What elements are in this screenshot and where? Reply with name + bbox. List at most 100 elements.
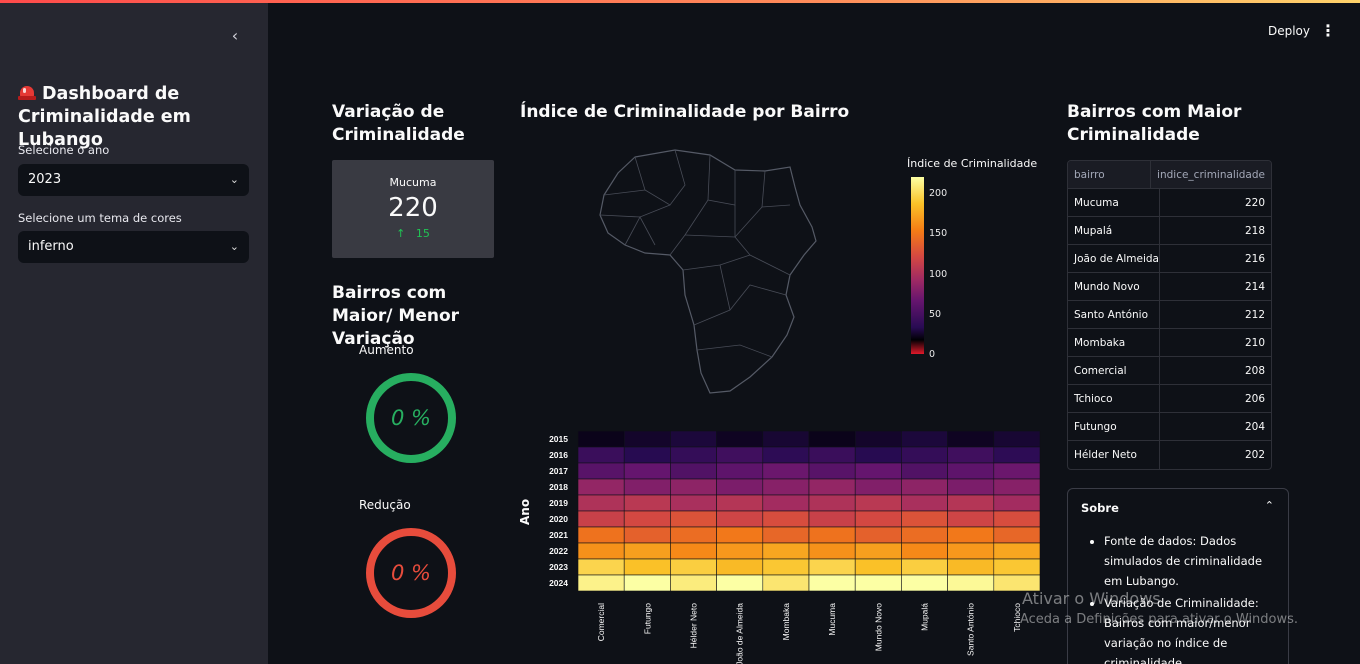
theme-select[interactable]: inferno ⌄ — [18, 231, 249, 263]
chevron-up-icon[interactable]: ⌃ — [1265, 499, 1274, 512]
heatmap-cell[interactable] — [993, 526, 1041, 544]
heatmap-cell[interactable] — [808, 462, 856, 480]
heatmap-cell[interactable] — [808, 494, 856, 512]
heatmap-cell[interactable] — [623, 494, 671, 512]
heatmap-cell[interactable] — [762, 574, 810, 592]
heatmap-cell[interactable] — [901, 542, 948, 560]
heatmap-cell[interactable] — [993, 510, 1041, 528]
heatmap-cell[interactable] — [670, 526, 717, 544]
heatmap-cell[interactable] — [901, 574, 948, 592]
year-select[interactable]: 2023 ⌄ — [18, 164, 249, 196]
heatmap-cell[interactable] — [716, 462, 764, 480]
heatmap-cell[interactable] — [993, 558, 1041, 576]
heatmap-cell[interactable] — [854, 526, 902, 544]
heatmap-cell[interactable] — [993, 542, 1041, 560]
heatmap-cell[interactable] — [947, 542, 995, 560]
heatmap-cell[interactable] — [670, 542, 717, 560]
heatmap-cell[interactable] — [808, 526, 856, 544]
heatmap-cell[interactable] — [901, 462, 948, 480]
heatmap-cell[interactable] — [854, 446, 902, 464]
heatmap-cell[interactable] — [901, 510, 948, 528]
heatmap-cell[interactable] — [670, 574, 717, 592]
about-title[interactable]: Sobre — [1081, 501, 1119, 515]
heatmap-chart[interactable]: 2015 2016 2017 2018 2019 2020 2021 2022 2023 2024… — [538, 426, 1048, 664]
main-menu-icon[interactable]: ⋮ — [1320, 20, 1336, 42]
heatmap-cell[interactable] — [854, 494, 902, 512]
heatmap-cell[interactable] — [854, 558, 902, 576]
heatmap-cell[interactable] — [670, 510, 717, 528]
heatmap-cell[interactable] — [762, 558, 810, 576]
heatmap-cell[interactable] — [623, 446, 671, 464]
heatmap-cell[interactable] — [854, 542, 902, 560]
heatmap-cell[interactable] — [993, 462, 1041, 480]
heatmap-cell[interactable] — [577, 494, 625, 512]
heatmap-cell[interactable] — [901, 526, 948, 544]
heatmap-cell[interactable] — [808, 558, 856, 576]
heatmap-cell[interactable] — [947, 446, 995, 464]
heatmap-cell[interactable] — [901, 494, 948, 512]
heatmap-cell[interactable] — [670, 430, 717, 448]
heatmap-cell[interactable] — [716, 574, 764, 592]
heatmap-cell[interactable] — [808, 510, 856, 528]
heatmap-cell[interactable] — [947, 558, 995, 576]
heatmap-cell[interactable] — [947, 526, 995, 544]
heatmap-cell[interactable] — [993, 494, 1041, 512]
heatmap-cell[interactable] — [762, 430, 810, 448]
heatmap-cell[interactable] — [623, 558, 671, 576]
heatmap-cell[interactable] — [762, 494, 810, 512]
heatmap-cell[interactable] — [623, 462, 671, 480]
heatmap-cell[interactable] — [623, 510, 671, 528]
heatmap-cell[interactable] — [993, 446, 1041, 464]
heatmap-cell[interactable] — [670, 558, 717, 576]
heatmap-cell[interactable] — [947, 462, 995, 480]
heatmap-cell[interactable] — [716, 430, 764, 448]
heatmap-cell[interactable] — [577, 510, 625, 528]
heatmap-cell[interactable] — [854, 574, 902, 592]
heatmap-cell[interactable] — [901, 446, 948, 464]
heatmap-cell[interactable] — [854, 430, 902, 448]
heatmap-cell[interactable] — [670, 462, 717, 480]
heatmap-cell[interactable] — [854, 478, 902, 496]
heatmap-cell[interactable] — [577, 462, 625, 480]
about-expander[interactable]: Sobre ⌃ Fonte de dados: Dados simulados … — [1067, 488, 1289, 664]
heatmap-cell[interactable] — [577, 542, 625, 560]
heatmap-cell[interactable] — [577, 574, 625, 592]
heatmap-cell[interactable] — [947, 494, 995, 512]
ranking-table[interactable]: bairro indice_criminalidade Mucuma 220 Mup… — [1067, 160, 1272, 470]
heatmap-cell[interactable] — [623, 478, 671, 496]
column-header[interactable]: indice_criminalidade — [1151, 161, 1271, 188]
collapse-sidebar-icon[interactable]: ‹ — [226, 27, 244, 45]
heatmap-cell[interactable] — [623, 526, 671, 544]
heatmap-cell[interactable] — [854, 462, 902, 480]
heatmap-cell[interactable] — [623, 542, 671, 560]
heatmap-cell[interactable] — [808, 542, 856, 560]
heatmap-cell[interactable] — [716, 446, 764, 464]
column-header[interactable]: bairro — [1068, 161, 1152, 188]
heatmap-cell[interactable] — [901, 558, 948, 576]
heatmap-cell[interactable] — [808, 430, 856, 448]
heatmap-cell[interactable] — [762, 478, 810, 496]
heatmap-cell[interactable] — [901, 478, 948, 496]
heatmap-cell[interactable] — [716, 542, 764, 560]
heatmap-cell[interactable] — [670, 478, 717, 496]
heatmap-cell[interactable] — [762, 462, 810, 480]
africa-map[interactable] — [590, 145, 830, 400]
heatmap-cell[interactable] — [716, 558, 764, 576]
heatmap-cell[interactable] — [808, 478, 856, 496]
heatmap-cell[interactable] — [670, 446, 717, 464]
heatmap-cell[interactable] — [762, 446, 810, 464]
heatmap-cell[interactable] — [623, 430, 671, 448]
heatmap-cell[interactable] — [762, 542, 810, 560]
heatmap-cell[interactable] — [577, 526, 625, 544]
heatmap-cell[interactable] — [716, 478, 764, 496]
heatmap-cell[interactable] — [947, 478, 995, 496]
heatmap-cell[interactable] — [808, 446, 856, 464]
heatmap-cell[interactable] — [577, 558, 625, 576]
deploy-button[interactable]: Deploy — [1266, 20, 1312, 42]
heatmap-cell[interactable] — [901, 430, 948, 448]
heatmap-cell[interactable] — [808, 574, 856, 592]
heatmap-cell[interactable] — [993, 478, 1041, 496]
heatmap-cell[interactable] — [947, 510, 995, 528]
heatmap-cell[interactable] — [670, 494, 717, 512]
heatmap-cell[interactable] — [577, 430, 625, 448]
